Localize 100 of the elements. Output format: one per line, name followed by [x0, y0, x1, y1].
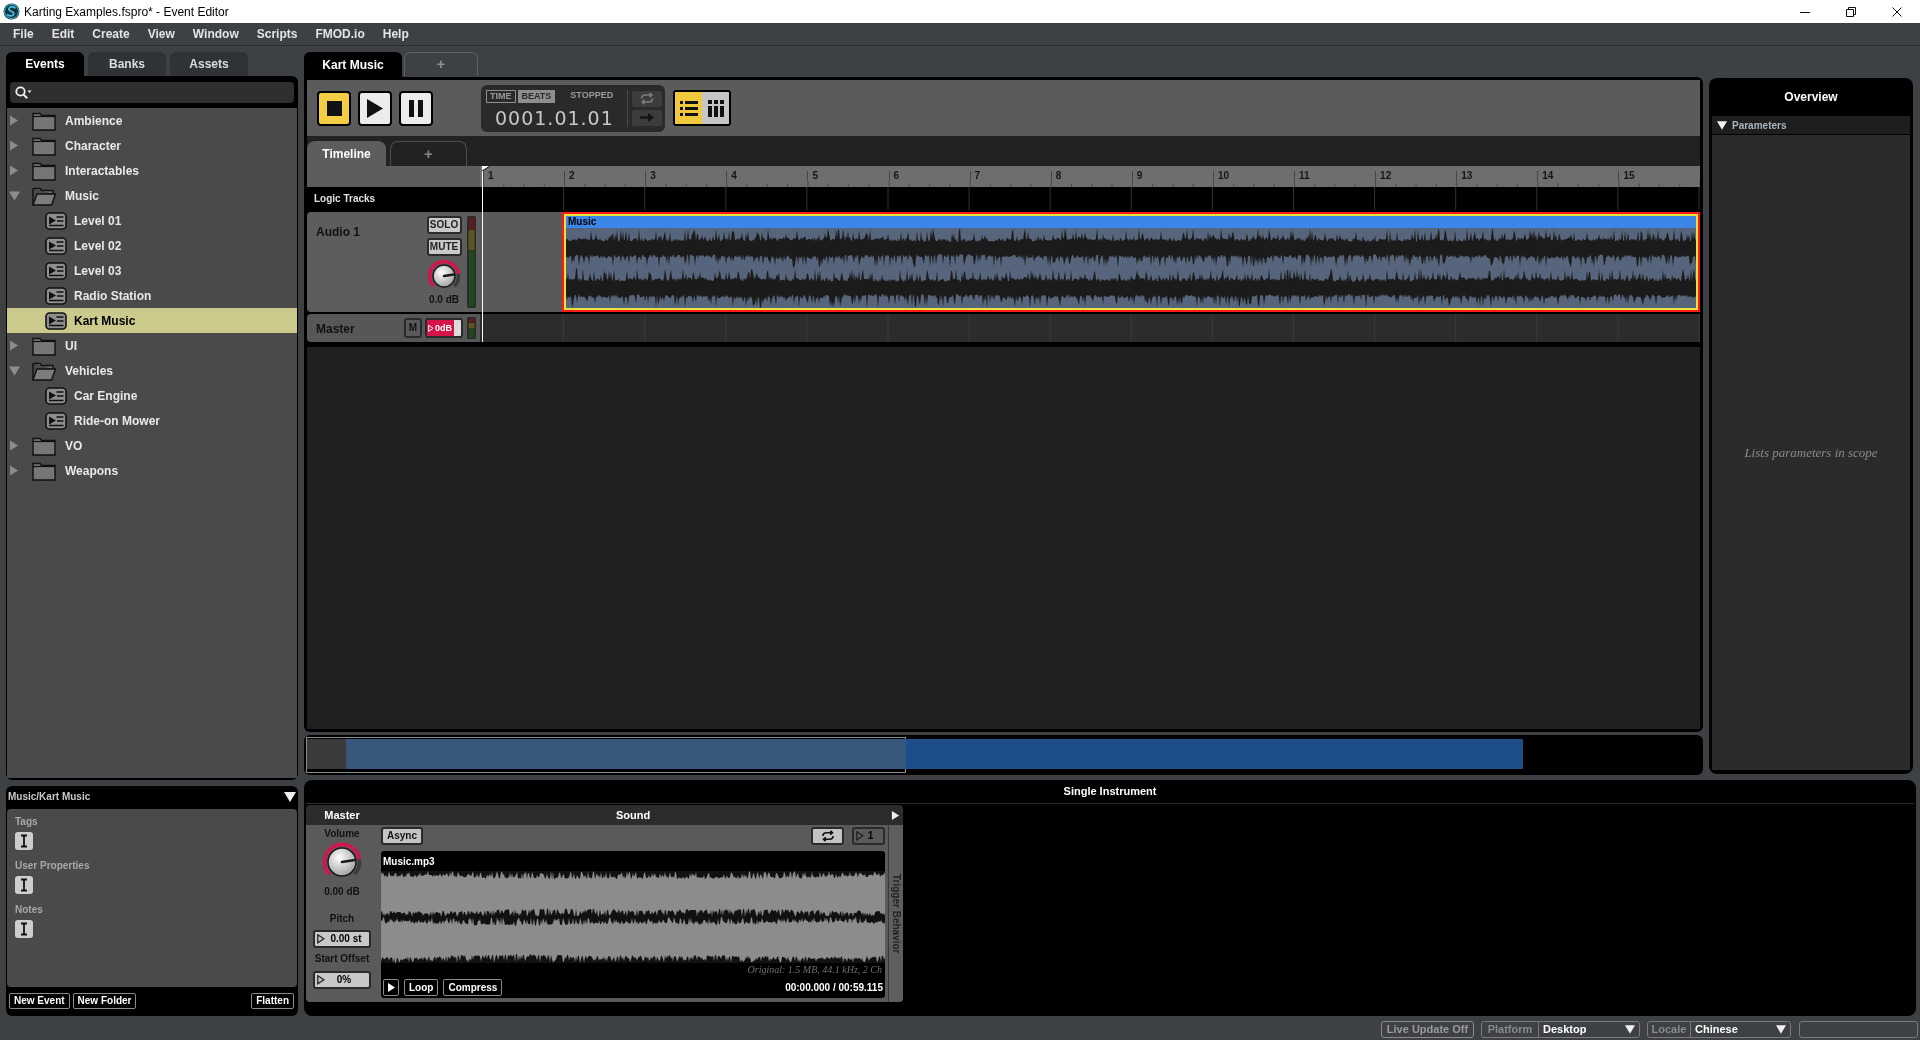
play-triangle-icon — [428, 323, 434, 333]
text-cursor-icon[interactable] — [15, 920, 33, 938]
action-button[interactable]: Flatten — [251, 993, 294, 1009]
play-triangle-icon — [317, 934, 325, 944]
bar-number: 7 — [969, 171, 981, 181]
pause-icon — [409, 99, 423, 117]
tree-item[interactable]: Car Engine — [7, 383, 297, 408]
tree-item[interactable]: Kart Music — [7, 308, 297, 333]
action-button[interactable]: New Folder — [72, 993, 137, 1009]
time-mode-toggle[interactable]: TIME — [486, 89, 516, 103]
bar-number: 9 — [1131, 171, 1143, 181]
loop-button[interactable] — [632, 90, 662, 107]
open-folder-icon — [32, 360, 56, 381]
toggle-button[interactable]: Compress — [443, 978, 503, 996]
audio-clip[interactable]: Music — [562, 212, 1700, 312]
tree-item[interactable]: Character — [7, 133, 297, 158]
search-field[interactable] — [10, 82, 294, 103]
toggle-button[interactable]: Loop — [404, 978, 439, 996]
menu-item[interactable]: Scripts — [247, 25, 307, 43]
section-label: User Properties — [15, 860, 90, 872]
tab[interactable]: Timeline — [307, 141, 386, 166]
time-mode-toggle[interactable]: BEATS — [517, 89, 556, 103]
dropdown-arrow-icon — [1776, 1024, 1786, 1034]
file-name: Music.mp3 — [383, 854, 435, 869]
folder-icon — [32, 160, 56, 181]
loop-mode-button[interactable] — [811, 827, 844, 845]
locale-dropdown[interactable]: Locale Chinese — [1647, 1020, 1791, 1038]
action-button[interactable]: New Event — [9, 993, 70, 1009]
text-field[interactable] — [1799, 1020, 1918, 1038]
platform-dropdown[interactable]: Platform Desktop — [1481, 1020, 1640, 1038]
play-button[interactable] — [383, 978, 399, 996]
event-icon — [45, 261, 67, 280]
tab[interactable]: Banks — [88, 52, 166, 76]
section-label: Tags — [15, 816, 38, 828]
tab[interactable]: Events — [6, 52, 84, 76]
search-icon[interactable] — [15, 85, 32, 100]
menu-item[interactable]: File — [4, 25, 43, 43]
restore-icon[interactable] — [1846, 6, 1856, 17]
app-logo-icon — [3, 3, 20, 20]
tree-item[interactable]: Interactables — [7, 158, 297, 183]
mute-button[interactable]: MUTE — [426, 238, 462, 256]
time-position: 0001.01.01 — [495, 106, 614, 129]
selection-path: Music/Kart Music — [8, 790, 91, 804]
play-button[interactable] — [358, 90, 392, 126]
tree-item[interactable]: Level 02 — [7, 233, 297, 258]
tree-item[interactable]: Level 01 — [7, 208, 297, 233]
tree-item[interactable]: Ambience — [7, 108, 297, 133]
tree-item[interactable]: Weapons — [7, 458, 297, 483]
loop-icon — [819, 830, 836, 842]
live-update-button[interactable]: Live Update Off — [1381, 1020, 1474, 1038]
tree-item[interactable]: Level 03 — [7, 258, 297, 283]
grid-view-button[interactable] — [702, 92, 729, 124]
deck-title: Single Instrument — [1063, 784, 1157, 800]
columns-icon — [705, 98, 726, 118]
tree-item[interactable]: Radio Station — [7, 283, 297, 308]
tree-item[interactable]: VO — [7, 433, 297, 458]
tree-item[interactable]: Ride-on Mower — [7, 408, 297, 433]
clip-title: Music — [566, 216, 1696, 228]
stop-button[interactable] — [317, 90, 351, 126]
start-offset-field[interactable]: 0% — [313, 971, 371, 989]
pitch-field[interactable]: 0.00 st — [313, 930, 371, 948]
tab[interactable]: Kart Music — [304, 52, 402, 77]
menu-item[interactable]: FMOD.io — [306, 25, 374, 43]
tab[interactable]: Assets — [170, 52, 248, 76]
control-label: Start Offset — [314, 953, 370, 965]
menu-item[interactable]: Window — [183, 25, 248, 43]
arrow-right-icon[interactable] — [891, 809, 900, 821]
loop-icon — [639, 92, 655, 105]
playhead-marker-icon[interactable] — [482, 166, 490, 171]
volume-slider[interactable]: 0dB — [425, 318, 463, 338]
folder-icon — [32, 335, 56, 356]
pause-button[interactable] — [399, 90, 433, 126]
stop-icon — [326, 100, 342, 116]
menu-item[interactable]: Edit — [42, 25, 84, 43]
section-header[interactable]: Parameters — [1712, 116, 1910, 134]
tree-item[interactable]: Music — [7, 183, 297, 208]
solo-button[interactable]: SOLO — [426, 216, 462, 234]
section-label: Notes — [15, 904, 43, 916]
text-cursor-icon[interactable] — [15, 876, 33, 894]
menu-item[interactable]: Create — [83, 25, 139, 43]
close-icon[interactable] — [1892, 6, 1902, 17]
timeline-ruler[interactable]: 1 2 3 4 5 6 7 8 9 10 11 12 13 14 15 — [480, 166, 1700, 187]
event-icon — [45, 286, 67, 305]
bar-number: 11 — [1294, 171, 1310, 181]
playback-time: 00:00.000 / 00:59.115 — [785, 980, 883, 995]
async-button[interactable]: Async — [381, 827, 423, 845]
text-cursor-icon[interactable] — [15, 832, 33, 850]
dropdown-arrow-icon — [1625, 1024, 1635, 1034]
event-icon — [45, 211, 67, 230]
dropdown-arrow-icon[interactable] — [284, 791, 296, 802]
control-label: Pitch — [329, 913, 355, 925]
tree-item[interactable]: UI — [7, 333, 297, 358]
menu-item[interactable]: View — [138, 25, 184, 43]
list-view-button[interactable] — [675, 92, 702, 124]
expand-arrow-icon[interactable] — [1717, 120, 1727, 130]
folder-icon — [32, 135, 56, 156]
module-heading: Sound — [615, 807, 651, 823]
tree-item[interactable]: Vehicles — [7, 358, 297, 383]
menu-item[interactable]: Help — [373, 25, 418, 43]
bar-number: 6 — [888, 171, 900, 181]
